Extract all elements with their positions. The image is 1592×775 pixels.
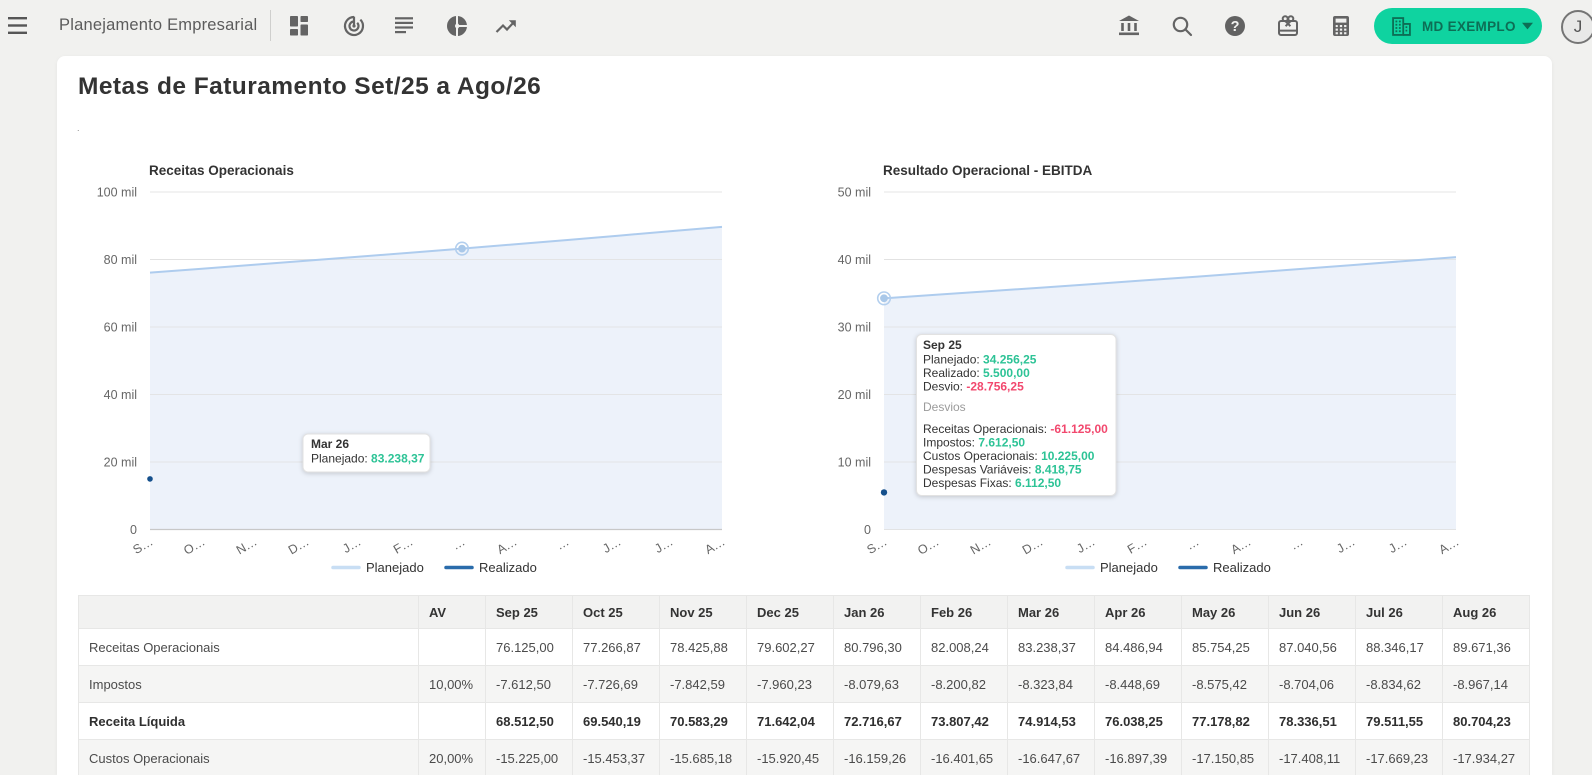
svg-text:N…: N… (234, 534, 260, 557)
svg-text:Resultado Operacional - EBITDA: Resultado Operacional - EBITDA (883, 163, 1093, 178)
svg-text:…: … (450, 534, 468, 552)
svg-text:J…: J… (1386, 534, 1409, 555)
svg-text:40 mil: 40 mil (838, 253, 871, 267)
svg-text:O…: O… (915, 534, 941, 557)
svg-text:F…: F… (391, 534, 415, 556)
svg-text:A…: A… (1436, 534, 1461, 557)
svg-text:40 mil: 40 mil (104, 388, 137, 402)
svg-text:N…: N… (968, 534, 994, 557)
svg-text:Despesas Variáveis: 8.418,75: Despesas Variáveis: 8.418,75 (923, 463, 1082, 477)
svg-text:D…: D… (286, 534, 312, 557)
svg-text:Planejado: 83.238,37: Planejado: 83.238,37 (311, 452, 425, 466)
svg-text:J…: J… (652, 534, 675, 555)
svg-text:F…: F… (1125, 534, 1149, 556)
svg-text:…: … (554, 534, 572, 552)
svg-text:?: ? (1231, 19, 1240, 35)
svg-text:S…: S… (130, 534, 155, 557)
svg-text:Desvios: Desvios (923, 400, 966, 414)
svg-text:A…: A… (702, 534, 727, 557)
svg-text:50 mil: 50 mil (838, 186, 871, 200)
svg-text:J…: J… (600, 534, 623, 555)
svg-text:D…: D… (1020, 534, 1046, 557)
svg-text:0: 0 (130, 523, 137, 537)
svg-text:Receitas Operacionais: Receitas Operacionais (149, 163, 294, 178)
svg-text:0: 0 (864, 523, 871, 537)
svg-text:Realizado: Realizado (479, 560, 537, 575)
svg-text:J…: J… (340, 534, 363, 555)
svg-text:Impostos: 7.612,50: Impostos: 7.612,50 (923, 436, 1025, 450)
svg-text:…: … (1184, 534, 1202, 552)
svg-text:Realizado: 5.500,00: Realizado: 5.500,00 (923, 366, 1030, 380)
svg-text:A…: A… (1228, 534, 1253, 557)
svg-text:Planejado: Planejado (366, 560, 424, 575)
svg-text:…: … (1288, 534, 1306, 552)
svg-text:A…: A… (494, 534, 519, 557)
svg-text:J…: J… (1074, 534, 1097, 555)
svg-text:60 mil: 60 mil (104, 321, 137, 335)
svg-text:Custos Operacionais: 10.225,00: Custos Operacionais: 10.225,00 (923, 449, 1095, 463)
svg-text:Planejado: Planejado (1100, 560, 1158, 575)
svg-text:Planejado: 34.256,25: Planejado: 34.256,25 (923, 353, 1037, 367)
svg-text:Sep 25: Sep 25 (923, 338, 962, 352)
svg-text:80 mil: 80 mil (104, 253, 137, 267)
svg-text:J…: J… (1334, 534, 1357, 555)
svg-text:Realizado: Realizado (1213, 560, 1271, 575)
svg-text:20 mil: 20 mil (838, 388, 871, 402)
svg-text:20 mil: 20 mil (104, 456, 137, 470)
svg-text:S…: S… (864, 534, 889, 557)
svg-text:Desvio: -28.756,25: Desvio: -28.756,25 (923, 380, 1024, 394)
svg-text:Receitas Operacionais: -61.125: Receitas Operacionais: -61.125,00 (923, 422, 1108, 436)
svg-text:O…: O… (181, 534, 207, 557)
svg-text:Mar 26: Mar 26 (311, 437, 349, 451)
svg-text:Despesas Fixas: 6.112,50: Despesas Fixas: 6.112,50 (923, 476, 1061, 490)
svg-text:100 mil: 100 mil (97, 186, 137, 200)
svg-text:10 mil: 10 mil (838, 456, 871, 470)
svg-text:30 mil: 30 mil (838, 321, 871, 335)
